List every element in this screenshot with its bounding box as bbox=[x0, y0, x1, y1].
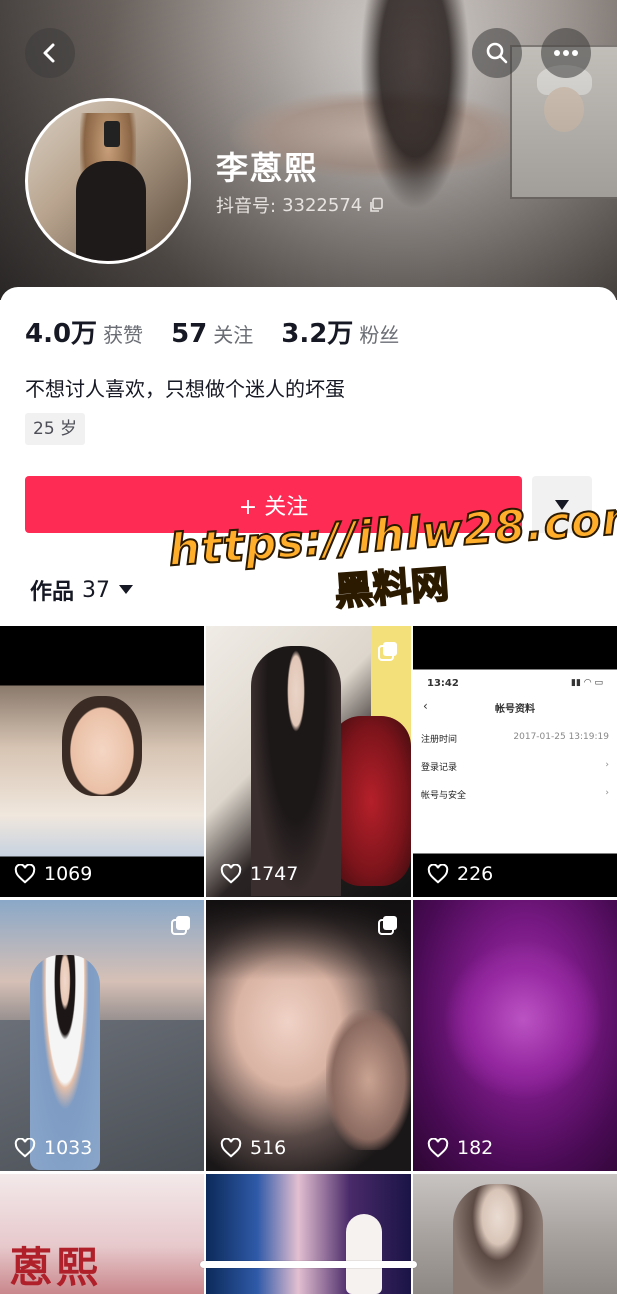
like-count: 516 bbox=[220, 1137, 286, 1159]
heart-icon bbox=[427, 1138, 449, 1158]
like-count: 226 bbox=[427, 863, 493, 885]
like-count: 182 bbox=[427, 1137, 493, 1159]
tile-text: 蒽熙 bbox=[10, 1243, 103, 1292]
video-tile[interactable] bbox=[206, 1174, 411, 1294]
more-actions-button[interactable] bbox=[532, 476, 592, 533]
tab-works[interactable]: 作品 37 bbox=[30, 574, 134, 606]
video-tile[interactable] bbox=[413, 1174, 617, 1294]
video-tile[interactable]: 1069 bbox=[0, 626, 204, 897]
copy-icon[interactable] bbox=[368, 197, 384, 213]
video-tile[interactable]: 182 bbox=[413, 900, 617, 1171]
tab-works-count: 37 bbox=[82, 577, 111, 603]
douyin-id[interactable]: 抖音号: 3322574 bbox=[216, 192, 384, 218]
heart-icon bbox=[220, 864, 242, 884]
heart-icon bbox=[14, 1138, 36, 1158]
profile-card: 4.0万 获赞 57 关注 3.2万 粉丝 不想讨人喜欢，只想做个迷人的坏蛋 2… bbox=[0, 287, 617, 627]
more-button[interactable] bbox=[541, 28, 591, 78]
video-tile[interactable]: 1747 bbox=[206, 626, 411, 897]
video-grid: 1069 1747 13:42 ▮▮ ◠ ▭ ‹ 帐号资料 注册时间 2017-0… bbox=[0, 626, 617, 1294]
follow-button[interactable]: + 关注 bbox=[25, 476, 522, 533]
avatar[interactable] bbox=[25, 98, 191, 264]
like-count: 1069 bbox=[14, 863, 92, 885]
back-button[interactable] bbox=[25, 28, 75, 78]
stat-following[interactable]: 57 关注 bbox=[171, 319, 253, 349]
heart-icon bbox=[427, 864, 449, 884]
age-tag: 25 岁 bbox=[25, 413, 86, 445]
screenshot-content: 13:42 ▮▮ ◠ ▭ ‹ 帐号资料 注册时间 2017-01-25 13:19… bbox=[421, 678, 609, 801]
douyin-id-label: 抖音号: bbox=[216, 196, 277, 217]
video-tile[interactable]: 蒽熙 bbox=[0, 1174, 204, 1294]
multi-image-icon bbox=[171, 916, 190, 935]
multi-image-icon bbox=[378, 642, 397, 661]
tab-works-label: 作品 bbox=[30, 580, 75, 605]
stats-row: 4.0万 获赞 57 关注 3.2万 粉丝 bbox=[25, 313, 399, 350]
dropdown-icon bbox=[555, 499, 569, 510]
video-tile[interactable]: 1033 bbox=[0, 900, 204, 1171]
home-indicator[interactable] bbox=[200, 1261, 417, 1268]
profile-bio: 不想讨人喜欢，只想做个迷人的坏蛋 bbox=[25, 377, 345, 401]
video-tile[interactable]: 516 bbox=[206, 900, 411, 1171]
profile-name: 李蒽熙 bbox=[216, 149, 319, 187]
stat-followers[interactable]: 3.2万 粉丝 bbox=[281, 313, 399, 350]
multi-image-icon bbox=[378, 916, 397, 935]
stat-likes[interactable]: 4.0万 获赞 bbox=[25, 313, 143, 350]
like-count: 1033 bbox=[14, 1137, 92, 1159]
like-count: 1747 bbox=[220, 863, 298, 885]
video-tile[interactable]: 13:42 ▮▮ ◠ ▭ ‹ 帐号资料 注册时间 2017-01-25 13:19… bbox=[413, 626, 617, 897]
search-icon bbox=[486, 42, 508, 64]
search-button[interactable] bbox=[472, 28, 522, 78]
heart-icon bbox=[14, 864, 36, 884]
back-icon bbox=[43, 43, 55, 63]
douyin-id-value: 3322574 bbox=[282, 194, 363, 216]
more-icon bbox=[554, 50, 578, 56]
chevron-down-icon bbox=[119, 585, 134, 594]
heart-icon bbox=[220, 1138, 242, 1158]
